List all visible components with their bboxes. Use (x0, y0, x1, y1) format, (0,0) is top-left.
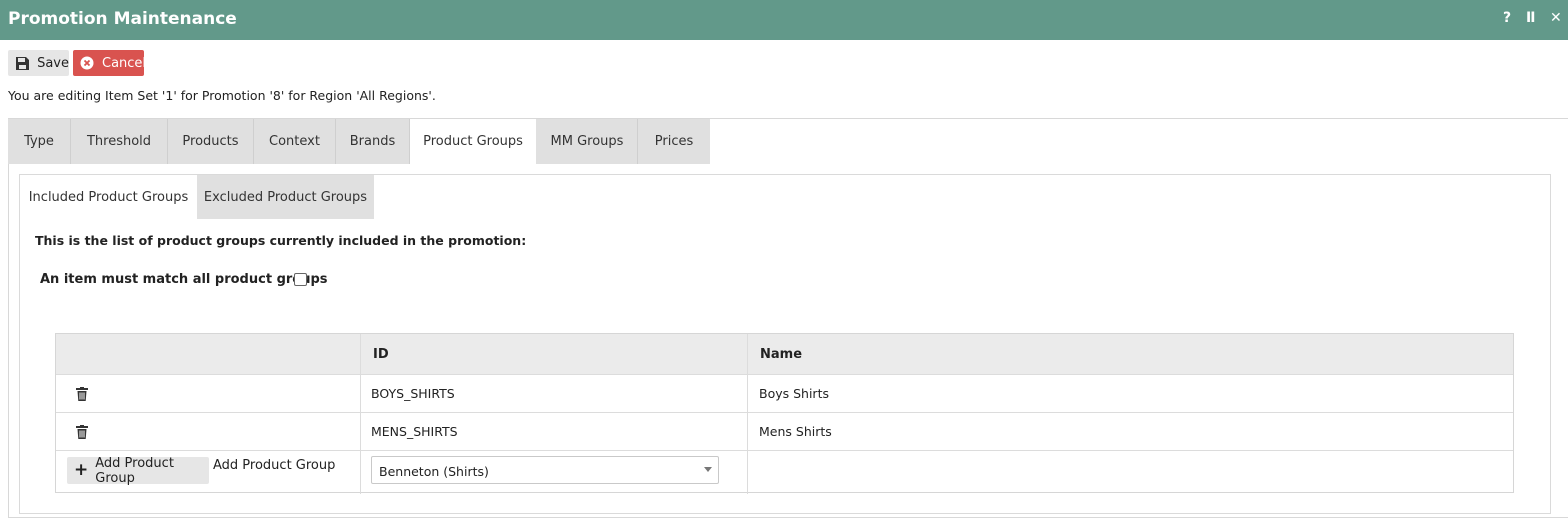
table-header-row: ID Name (56, 334, 1513, 375)
tab-threshold[interactable]: Threshold (71, 119, 168, 164)
row-name: Boys Shirts (759, 386, 829, 401)
product-groups-table: ID Name BOYS_SHIRTS Boys Shirts MENS_SHI… (55, 333, 1514, 494)
add-product-group-label: Add Product Group (213, 458, 336, 473)
product-group-select[interactable]: Benneton (Shirts) (371, 456, 719, 484)
chevron-down-icon (704, 467, 712, 472)
plus-icon: + (74, 460, 89, 480)
tab-products[interactable]: Products (168, 119, 254, 164)
add-product-group-row: + Add Product Group Add Product Group Be… (56, 451, 1513, 491)
tab-brands[interactable]: Brands (336, 119, 410, 164)
tab-type[interactable]: Type (8, 119, 71, 164)
match-all-label: An item must match all product groups (40, 272, 328, 287)
trash-icon[interactable] (76, 425, 88, 439)
column-header-name[interactable]: Name (760, 347, 802, 362)
tab-prices[interactable]: Prices (638, 119, 710, 164)
pause-icon[interactable]: II (1526, 10, 1535, 26)
column-divider (747, 334, 748, 494)
trash-icon[interactable] (76, 387, 88, 401)
column-divider (360, 334, 361, 494)
tab-context[interactable]: Context (254, 119, 336, 164)
add-product-group-button[interactable]: + Add Product Group (67, 455, 209, 486)
save-button[interactable]: Save (8, 50, 69, 76)
row-name: Mens Shirts (759, 424, 832, 439)
column-header-id[interactable]: ID (373, 347, 389, 362)
tab-mm-groups[interactable]: MM Groups (537, 119, 638, 164)
cancel-button[interactable]: Cancel (73, 50, 147, 76)
subtab-excluded-product-groups[interactable]: Excluded Product Groups (197, 175, 374, 219)
subtab-included-product-groups[interactable]: Included Product Groups (20, 175, 197, 219)
add-product-group-button-label: Add Product Group (95, 455, 174, 486)
row-id: MENS_SHIRTS (371, 424, 458, 439)
close-icon[interactable]: ✕ (1550, 10, 1562, 26)
save-label: Save (37, 55, 69, 71)
table-row: MENS_SHIRTS Mens Shirts (56, 413, 1513, 451)
help-icon[interactable]: ? (1503, 10, 1511, 26)
product-group-select-value: Benneton (Shirts) (379, 464, 489, 479)
floppy-disk-icon (15, 55, 29, 71)
title-bar: Promotion Maintenance ? II ✕ (0, 0, 1568, 40)
sub-tabs: Included Product Groups Excluded Product… (20, 175, 374, 219)
table-row: BOYS_SHIRTS Boys Shirts (56, 375, 1513, 413)
tab-product-groups[interactable]: Product Groups (410, 119, 537, 164)
editing-info-text: You are editing Item Set '1' for Promoti… (8, 88, 436, 103)
match-all-checkbox[interactable] (294, 273, 307, 286)
row-id: BOYS_SHIRTS (371, 386, 455, 401)
main-tabs: Type Threshold Products Context Brands P… (8, 119, 710, 164)
cancel-label: Cancel (102, 55, 147, 71)
list-description: This is the list of product groups curre… (35, 233, 527, 248)
window-title: Promotion Maintenance (8, 9, 237, 29)
cancel-circle-icon (80, 55, 94, 71)
